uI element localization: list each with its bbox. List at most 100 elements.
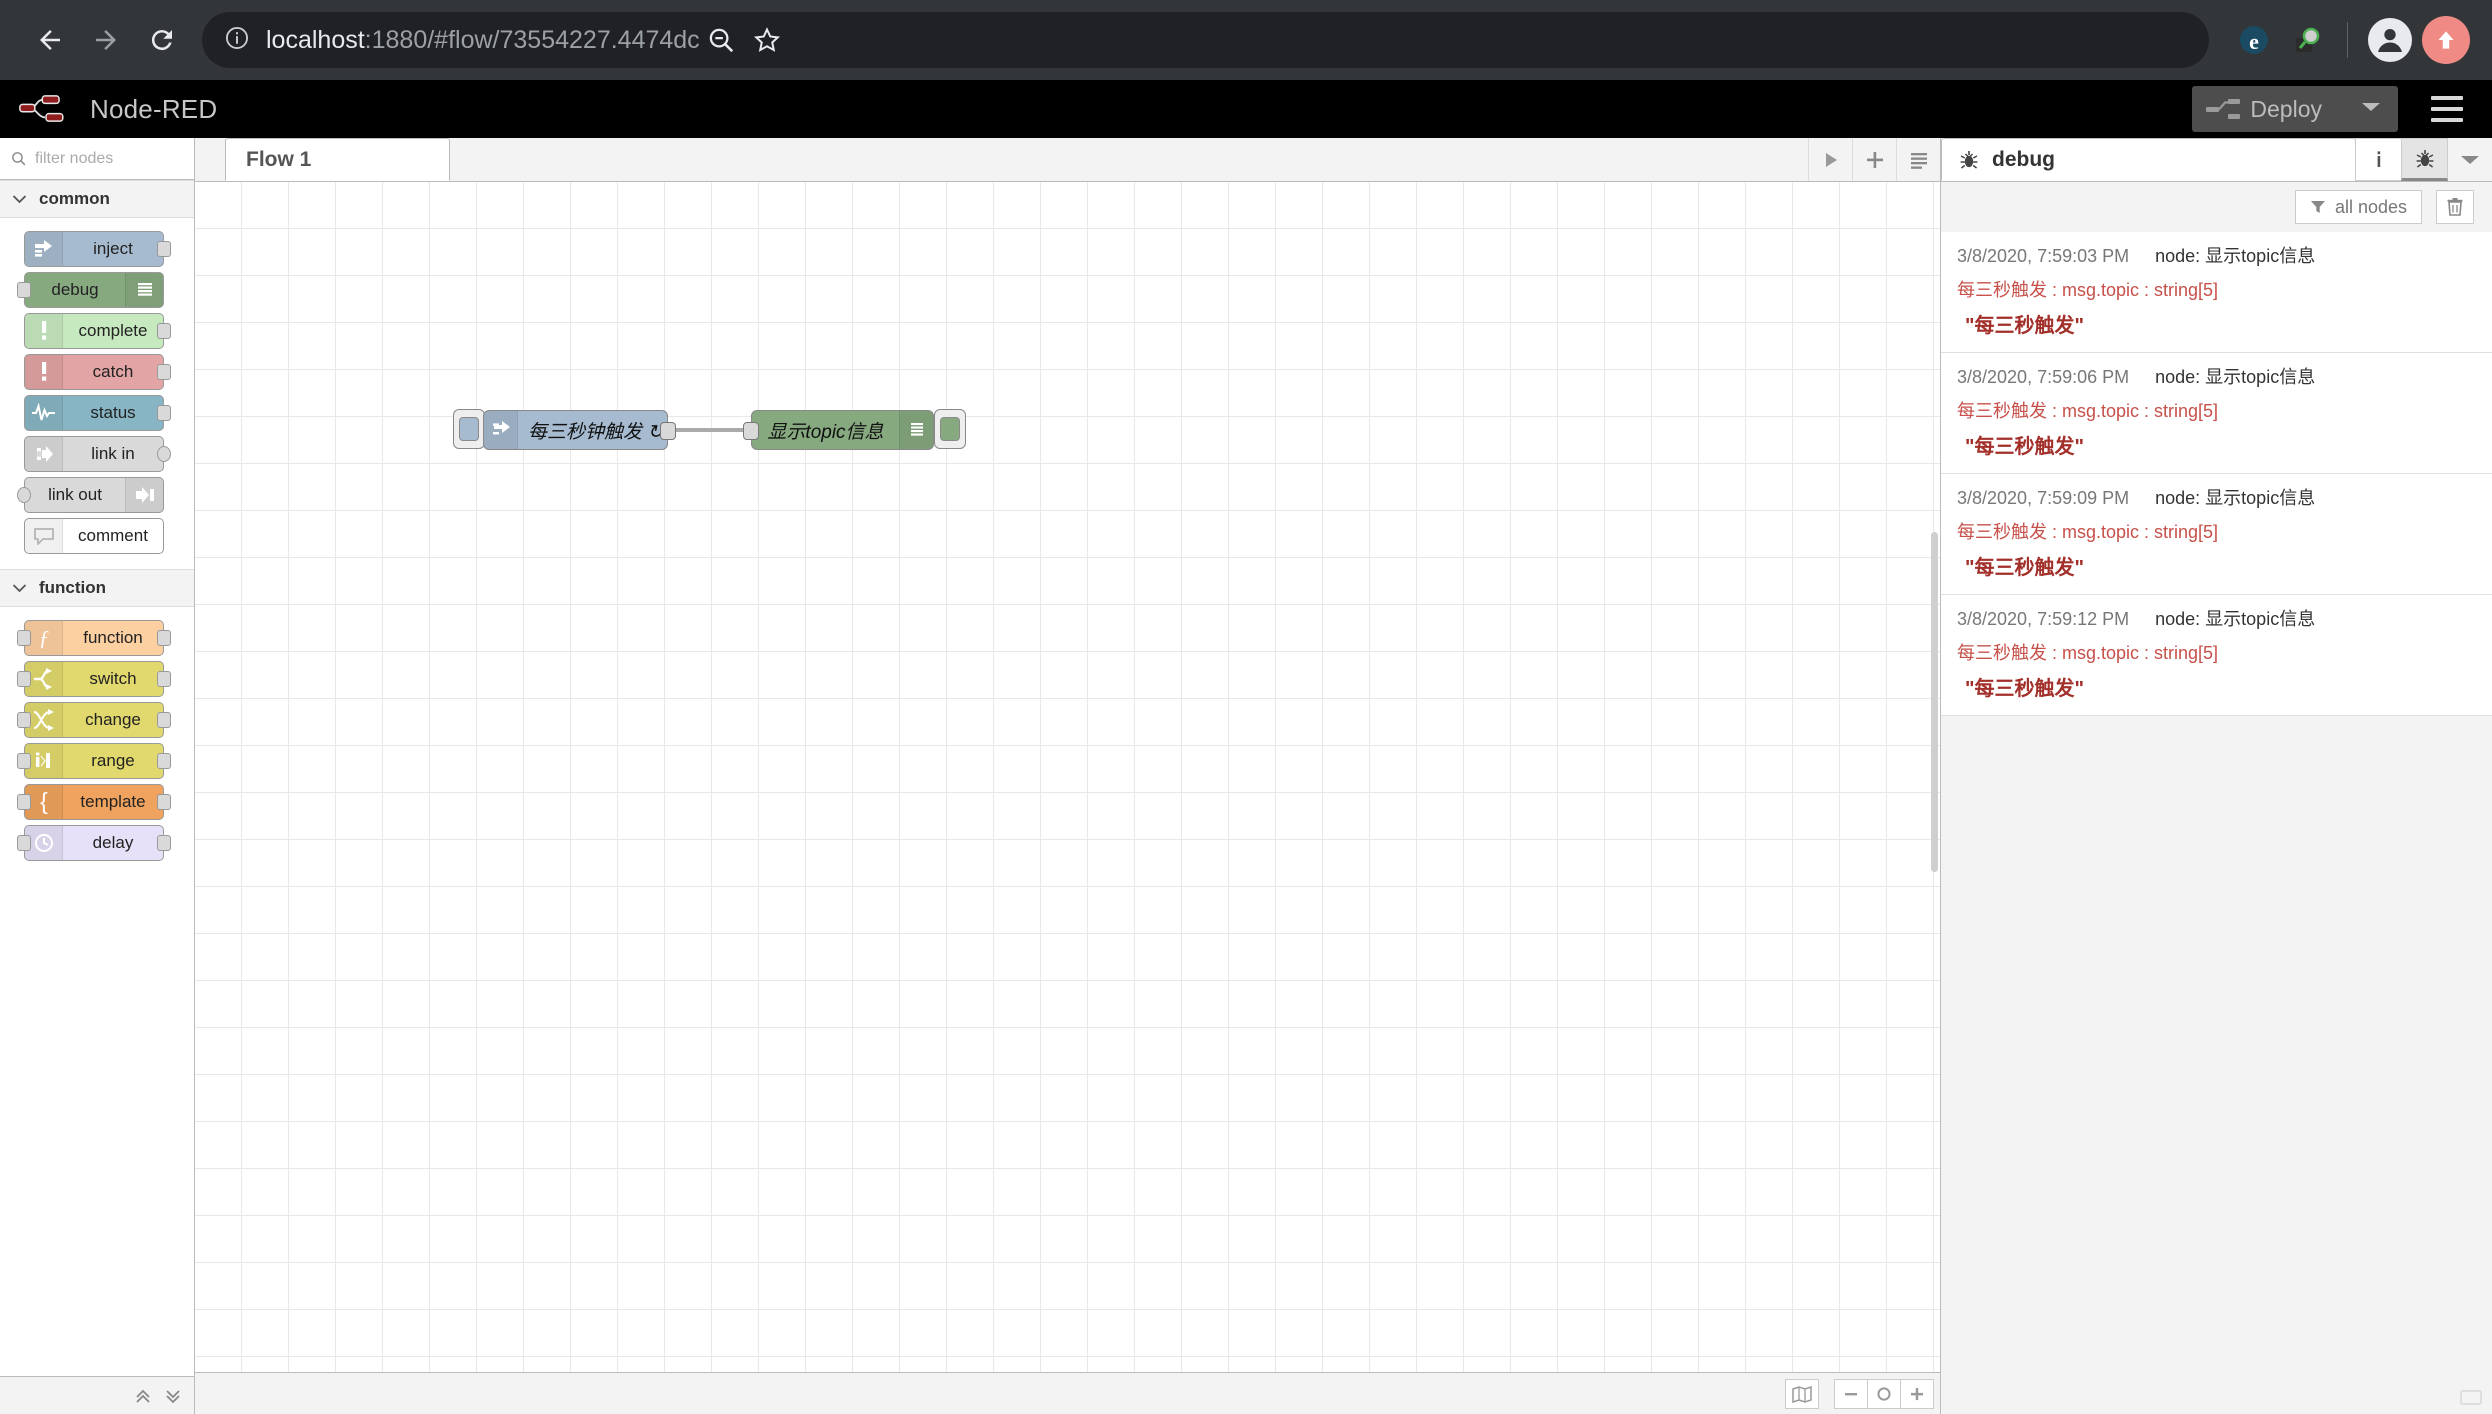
palette-node-link-out[interactable]: link out <box>17 477 164 513</box>
output-port[interactable] <box>660 422 676 440</box>
palette-node-function[interactable]: ƒ function <box>17 620 171 656</box>
output-port[interactable] <box>157 712 171 728</box>
input-port[interactable] <box>17 671 31 687</box>
back-button[interactable] <box>22 12 78 68</box>
deploy-dropdown-button[interactable] <box>2360 100 2382 119</box>
input-port[interactable] <box>17 712 31 728</box>
zoom-out-button[interactable] <box>1834 1378 1868 1409</box>
zoom-in-button[interactable] <box>1900 1378 1934 1409</box>
evernote-extension-icon[interactable]: e <box>2233 19 2275 61</box>
zoom-out-button[interactable] <box>700 19 742 61</box>
output-port[interactable] <box>157 753 171 769</box>
output-port[interactable] <box>157 323 171 339</box>
palette-node-label: complete <box>78 321 148 340</box>
debug-source-node[interactable]: node: 显示topic信息 <box>2155 605 2315 631</box>
flow-node-inject[interactable]: 每三秒钟触发 ↻ <box>483 410 676 450</box>
watermark <box>2460 1390 2482 1406</box>
reload-button[interactable] <box>134 12 190 68</box>
sidebar-tab-debug[interactable]: debug <box>1941 138 2356 181</box>
address-bar[interactable]: localhost:1880/#flow/73554227.4474dc <box>202 12 2209 68</box>
expand-all-button[interactable] <box>160 1383 186 1409</box>
palette-category-common[interactable]: common <box>0 180 194 218</box>
profile-avatar[interactable] <box>2368 18 2412 62</box>
palette-node-status[interactable]: status <box>24 395 171 431</box>
output-port[interactable] <box>157 630 171 646</box>
main-menu-button[interactable] <box>2420 80 2474 138</box>
canvas-scrollbar[interactable] <box>1931 532 1938 872</box>
debug-enable-button[interactable] <box>934 409 966 449</box>
output-port[interactable] <box>157 241 171 257</box>
palette-node-complete[interactable]: complete <box>24 313 171 349</box>
palette-node-link-in[interactable]: link in <box>24 436 171 472</box>
input-port[interactable] <box>17 753 31 769</box>
flow-tab-flow-1[interactable]: Flow 1 <box>225 138 450 181</box>
input-port[interactable] <box>17 630 31 646</box>
zoom-reset-button[interactable] <box>1867 1378 1901 1409</box>
palette-category-function[interactable]: function <box>0 569 194 607</box>
inject-arrow-icon <box>25 232 63 266</box>
site-info-icon[interactable] <box>224 25 250 56</box>
sidebar-tab-debug-panel[interactable] <box>2401 138 2448 181</box>
list-flows-button[interactable] <box>1896 138 1940 181</box>
update-button[interactable] <box>2422 16 2470 64</box>
flow-canvas[interactable]: 每三秒钟触发 ↻ 显示topic信息 <box>195 182 1940 1414</box>
toolbar-divider <box>2347 22 2348 58</box>
sidebar-tab-info[interactable] <box>2355 138 2402 181</box>
category-label: common <box>39 189 110 208</box>
palette-node-change[interactable]: change <box>17 702 171 738</box>
trash-icon <box>2447 198 2463 216</box>
navigator-button[interactable] <box>1785 1378 1819 1409</box>
deploy-label: Deploy <box>2250 95 2322 122</box>
palette-node-range[interactable]: range <box>17 743 171 779</box>
debug-source-node[interactable]: node: 显示topic信息 <box>2155 242 2315 268</box>
output-port[interactable] <box>157 671 171 687</box>
node-red-logo-icon <box>19 95 64 122</box>
palette-node-inject[interactable]: inject <box>24 231 171 267</box>
palette-node-catch[interactable]: catch <box>24 354 171 390</box>
header-actions: Deploy <box>2192 80 2492 138</box>
output-port[interactable] <box>157 364 171 380</box>
workspace: filter nodes common inject debug complet… <box>0 138 2492 1414</box>
debug-message[interactable]: 3/8/2020, 7:59:09 PM node: 显示topic信息 每三秒… <box>1941 474 2492 595</box>
exclamation-icon <box>25 355 63 389</box>
output-port[interactable] <box>157 794 171 810</box>
add-flow-button[interactable] <box>1852 138 1896 181</box>
input-port[interactable] <box>17 794 31 810</box>
palette-node-label: link in <box>91 444 135 463</box>
flow-node-debug[interactable]: 显示topic信息 <box>743 410 934 450</box>
input-port[interactable] <box>17 835 31 851</box>
forward-button[interactable] <box>78 12 134 68</box>
debug-source-node[interactable]: node: 显示topic信息 <box>2155 484 2315 510</box>
bookmark-button[interactable] <box>746 19 788 61</box>
debug-source-node[interactable]: node: 显示topic信息 <box>2155 363 2315 389</box>
input-port[interactable] <box>743 422 759 440</box>
sidebar-more-tabs-button[interactable] <box>2448 138 2492 181</box>
palette-scroll[interactable]: common inject debug complete catch statu… <box>0 180 194 1414</box>
palette-node-comment[interactable]: comment <box>24 518 164 554</box>
output-port[interactable] <box>157 446 171 462</box>
palette-node-delay[interactable]: delay <box>17 825 171 861</box>
collapse-all-button[interactable] <box>130 1383 156 1409</box>
inject-trigger-button[interactable] <box>453 409 485 449</box>
input-port[interactable] <box>17 487 31 503</box>
palette-node-debug[interactable]: debug <box>17 272 164 308</box>
deploy-button[interactable]: Deploy <box>2192 86 2398 132</box>
debug-toolbar: all nodes <box>1941 182 2492 232</box>
debug-clear-button[interactable] <box>2436 190 2474 224</box>
palette-node-template[interactable]: { template <box>17 784 171 820</box>
debug-message[interactable]: 3/8/2020, 7:59:06 PM node: 显示topic信息 每三秒… <box>1941 353 2492 474</box>
magnifier-minus-icon <box>709 28 733 53</box>
palette-node-switch[interactable]: switch <box>17 661 171 697</box>
debug-message[interactable]: 3/8/2020, 7:59:12 PM node: 显示topic信息 每三秒… <box>1941 595 2492 716</box>
run-flow-button[interactable] <box>1808 138 1852 181</box>
debug-filter-button[interactable]: all nodes <box>2294 190 2422 224</box>
output-port[interactable] <box>157 835 171 851</box>
output-port[interactable] <box>157 405 171 421</box>
magnifier-extension-icon[interactable] <box>2285 19 2327 61</box>
flow-tabbar: Flow 1 <box>195 138 1940 182</box>
input-port[interactable] <box>17 282 31 298</box>
debug-message-list[interactable]: 3/8/2020, 7:59:03 PM node: 显示topic信息 每三秒… <box>1941 232 2492 1414</box>
flow-wire[interactable] <box>668 428 754 432</box>
debug-message[interactable]: 3/8/2020, 7:59:03 PM node: 显示topic信息 每三秒… <box>1941 232 2492 353</box>
palette-search[interactable]: filter nodes <box>0 138 194 180</box>
